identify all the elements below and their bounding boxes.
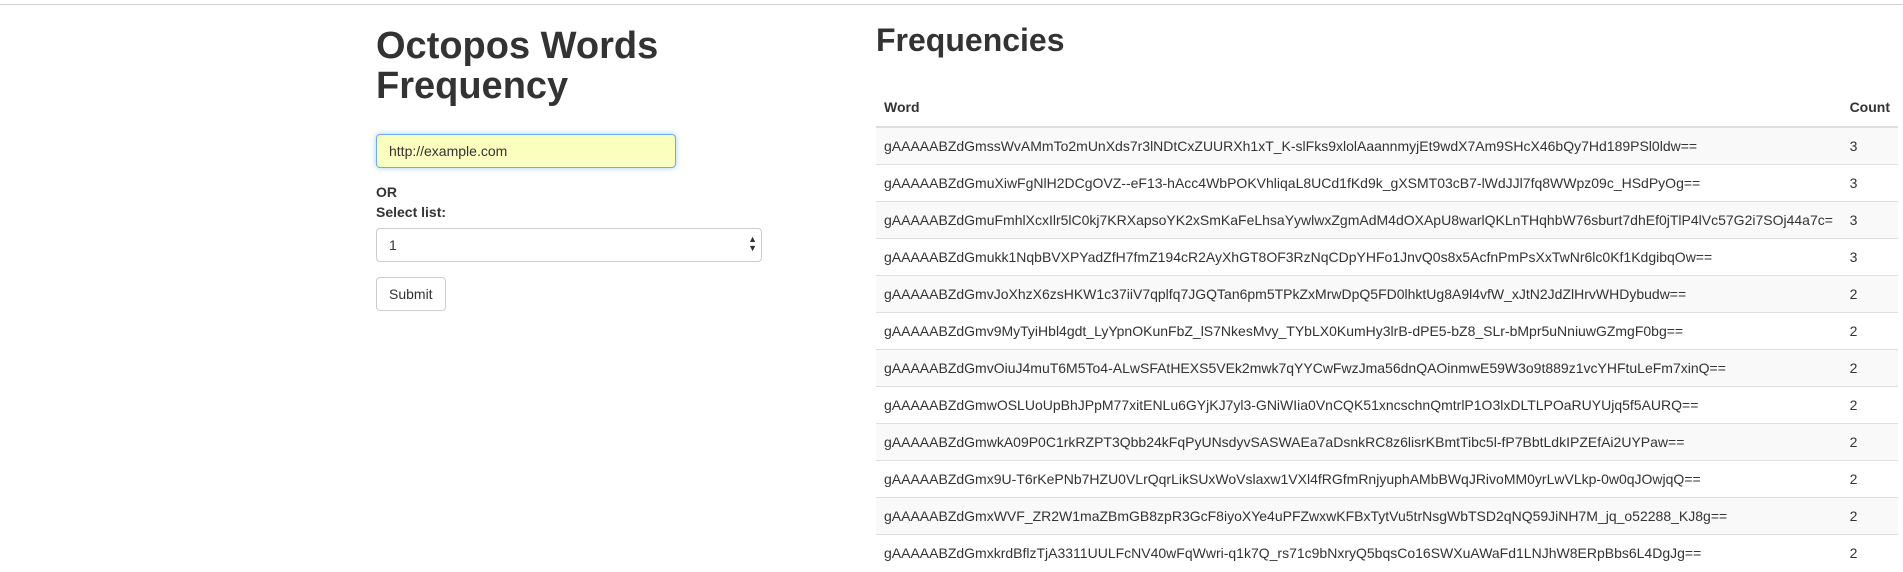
count-cell: 2 xyxy=(1841,275,1898,313)
count-cell: 2 xyxy=(1841,349,1898,387)
table-row: gAAAAABZdGmvOiuJ4muT6M5To4-ALwSFAtHEXS5V… xyxy=(876,349,1898,387)
count-cell: 3 xyxy=(1841,238,1898,276)
word-cell: gAAAAABZdGmv9MyTyiHbl4gdt_LyYpnOKunFbZ_l… xyxy=(876,312,1842,350)
word-cell: gAAAAABZdGmvJoXhzX6zsHKW1c37iiV7qplfq7JG… xyxy=(876,275,1842,313)
table-row: gAAAAABZdGmssWvAMmTo2mUnXds7r3lNDtCxZUUR… xyxy=(876,126,1898,165)
url-input[interactable] xyxy=(376,134,676,168)
frequency-table: Word Count gAAAAABZdGmssWvAMmTo2mUnXds7r… xyxy=(876,88,1898,571)
table-body: gAAAAABZdGmssWvAMmTo2mUnXds7r3lNDtCxZUUR… xyxy=(876,126,1898,571)
page-title: Octopos Words Frequency xyxy=(376,25,659,107)
word-cell: gAAAAABZdGmuFmhlXcxIlr5lC0kj7KRXapsoYK2x… xyxy=(876,201,1842,239)
table-row: gAAAAABZdGmwkA09P0C1rkRZPT3Qbb24kFqPyUNs… xyxy=(876,423,1898,461)
list-select-value: 1 xyxy=(389,237,397,253)
top-border xyxy=(0,0,1903,5)
word-cell: gAAAAABZdGmuXiwFgNlH2DCgOVZ--eF13-hAcc4W… xyxy=(876,164,1842,202)
table-header-row: Word Count xyxy=(876,88,1898,128)
table-row: gAAAAABZdGmx9U-T6rKePNb7HZU0VLrQqrLikSUx… xyxy=(876,460,1898,498)
form-panel: Octopos Words Frequency OR Select list: … xyxy=(376,25,776,311)
table-row: gAAAAABZdGmv9MyTyiHbl4gdt_LyYpnOKunFbZ_l… xyxy=(876,312,1898,350)
table-row: gAAAAABZdGmukk1NqbBVXPYadZfH7fmZ194cR2Ay… xyxy=(876,238,1898,276)
table-row: gAAAAABZdGmuXiwFgNlH2DCgOVZ--eF13-hAcc4W… xyxy=(876,164,1898,202)
count-cell: 3 xyxy=(1841,201,1898,239)
count-cell: 3 xyxy=(1841,164,1898,202)
word-cell: gAAAAABZdGmvOiuJ4muT6M5To4-ALwSFAtHEXS5V… xyxy=(876,349,1842,387)
word-cell: gAAAAABZdGmx9U-T6rKePNb7HZU0VLrQqrLikSUx… xyxy=(876,460,1842,498)
results-panel: Frequencies Word Count gAAAAABZdGmssWvAM… xyxy=(876,20,1898,571)
word-cell: gAAAAABZdGmxkrdBflzTjA3311UULFcNV40wFqWw… xyxy=(876,534,1842,571)
count-cell: 2 xyxy=(1841,534,1898,571)
table-row: gAAAAABZdGmuFmhlXcxIlr5lC0kj7KRXapsoYK2x… xyxy=(876,201,1898,239)
word-cell: gAAAAABZdGmukk1NqbBVXPYadZfH7fmZ194cR2Ay… xyxy=(876,238,1842,276)
table-row: gAAAAABZdGmwOSLUoUpBhJPpM77xitENLu6GYjKJ… xyxy=(876,386,1898,424)
word-cell: gAAAAABZdGmwOSLUoUpBhJPpM77xitENLu6GYjKJ… xyxy=(876,386,1842,424)
or-label: OR xyxy=(376,184,397,200)
frequencies-title: Frequencies xyxy=(876,22,1065,58)
table-row: gAAAAABZdGmxkrdBflzTjA3311UULFcNV40wFqWw… xyxy=(876,534,1898,571)
table-row: gAAAAABZdGmvJoXhzX6zsHKW1c37iiV7qplfq7JG… xyxy=(876,275,1898,313)
select-arrows-icon: ▲ ▼ xyxy=(748,234,757,253)
submit-button[interactable]: Submit xyxy=(376,277,446,311)
count-cell: 2 xyxy=(1841,386,1898,424)
column-header-word: Word xyxy=(876,88,1842,128)
list-select[interactable]: 1 ▲ ▼ xyxy=(376,228,762,262)
count-cell: 2 xyxy=(1841,460,1898,498)
count-cell: 2 xyxy=(1841,312,1898,350)
count-cell: 2 xyxy=(1841,423,1898,461)
word-cell: gAAAAABZdGmwkA09P0C1rkRZPT3Qbb24kFqPyUNs… xyxy=(876,423,1842,461)
word-cell: gAAAAABZdGmssWvAMmTo2mUnXds7r3lNDtCxZUUR… xyxy=(876,126,1842,165)
column-header-count: Count xyxy=(1841,88,1898,128)
word-cell: gAAAAABZdGmxWVF_ZR2W1maZBmGB8zpR3GcF8iyo… xyxy=(876,497,1842,535)
count-cell: 2 xyxy=(1841,497,1898,535)
table-row: gAAAAABZdGmxWVF_ZR2W1maZBmGB8zpR3GcF8iyo… xyxy=(876,497,1898,535)
select-list-label: Select list: xyxy=(376,204,447,220)
count-cell: 3 xyxy=(1841,126,1898,165)
